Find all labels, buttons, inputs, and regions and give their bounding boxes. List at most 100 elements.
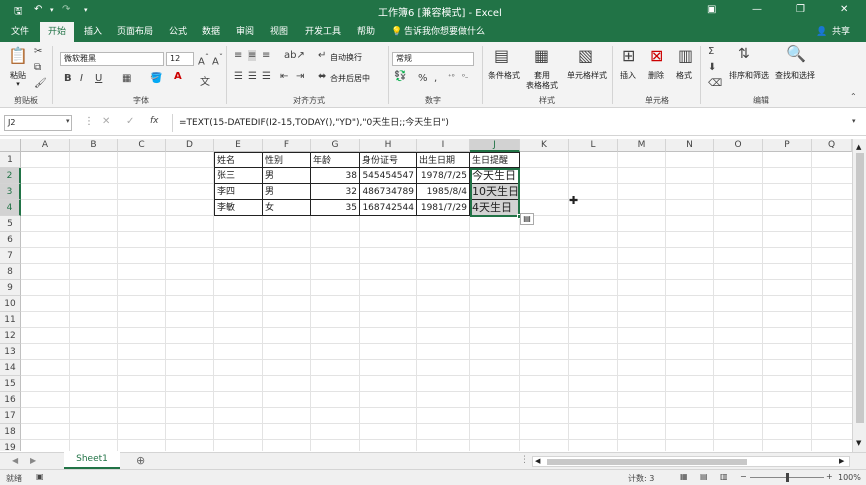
scroll-thumb[interactable] [856,153,864,423]
font-color-icon[interactable]: A [174,71,182,82]
column-header-g[interactable]: G [311,139,360,152]
formula-input[interactable]: =TEXT(15-DATEDIF(I2-15,TODAY(),"YD"),"0天… [172,114,852,132]
column-header-i[interactable]: I [417,139,470,152]
insert-cells-icon[interactable]: ⊞ [622,46,635,65]
scroll-down-icon[interactable]: ▼ [856,439,861,447]
cell-f2[interactable]: 男 [263,168,311,184]
row-header-3[interactable]: 3 [0,184,21,200]
collapse-ribbon-icon[interactable]: ⌃ [850,92,857,101]
cell-e2[interactable]: 张三 [214,168,263,184]
cell-h4[interactable]: 168742544 [360,200,417,216]
align-center-icon[interactable]: ☰ [248,71,257,82]
insert-cells-button[interactable]: 插入 [614,70,642,81]
comma-button[interactable]: , [434,73,437,84]
close-icon[interactable]: ✕ [840,4,848,15]
column-header-l[interactable]: L [569,139,618,152]
table-format-icon[interactable]: ▦ [534,46,549,65]
normal-view-icon[interactable]: ▦ [680,472,688,481]
row-header-18[interactable]: 18 [0,424,21,440]
row-header-7[interactable]: 7 [0,248,21,264]
paste-dropdown-icon[interactable]: ▾ [6,80,30,88]
cell-h2[interactable]: 545454547 [360,168,417,184]
clear-icon[interactable]: ⌫ [708,78,722,89]
zoom-out-icon[interactable]: − [740,472,747,481]
cell-g3[interactable]: 32 [311,184,360,200]
page-break-view-icon[interactable]: ▥ [720,472,728,481]
accounting-icon[interactable]: 💱 [394,71,406,82]
cell-h1[interactable]: 身份证号 [360,152,417,168]
phonetic-icon[interactable]: 文 [200,73,210,88]
cell-f1[interactable]: 性别 [263,152,311,168]
format-cells-icon[interactable]: ▥ [678,46,693,65]
tab-review[interactable]: 审阅 [230,22,260,42]
find-select-icon[interactable]: 🔍 [786,44,806,63]
cell-f3[interactable]: 男 [263,184,311,200]
wrap-text-icon[interactable]: ↵ [318,50,326,61]
shrink-font-icon[interactable]: Aˇ [212,52,223,67]
delete-cells-icon[interactable]: ⊠ [650,46,663,65]
row-header-6[interactable]: 6 [0,232,21,248]
decrease-decimal-icon[interactable]: ⁰₋ [462,73,469,81]
cell-e3[interactable]: 李四 [214,184,263,200]
minimize-icon[interactable]: — [752,4,762,15]
vertical-scrollbar[interactable]: ▲ ▼ [852,139,866,452]
horizontal-scrollbar[interactable]: ◀ ▶ [532,456,850,467]
zoom-level[interactable]: 100% [838,473,861,482]
zoom-in-icon[interactable]: + [826,472,833,481]
next-sheet-icon[interactable]: ▶ [30,456,36,465]
indent-increase-icon[interactable]: ⇥ [296,71,304,82]
row-header-16[interactable]: 16 [0,392,21,408]
scroll-right-icon[interactable]: ▶ [839,457,844,465]
row-header-4[interactable]: 4 [0,200,21,216]
add-sheet-icon[interactable]: ⊕ [136,454,145,467]
merge-center-icon[interactable]: ⬌ [318,71,326,82]
column-header-e[interactable]: E [214,139,263,152]
bold-button[interactable]: B [64,73,72,84]
align-right-icon[interactable]: ☰ [262,71,271,82]
column-header-f[interactable]: F [263,139,311,152]
redo-icon[interactable]: ↷ [62,4,70,15]
scroll-up-icon[interactable]: ▲ [856,143,861,151]
tab-developer[interactable]: 开发工具 [300,22,346,42]
autosum-icon[interactable]: Σ [708,46,714,57]
cell-e4[interactable]: 李敏 [214,200,263,216]
column-header-q[interactable]: Q [812,139,852,152]
sheet-tab-sheet1[interactable]: Sheet1 [64,452,120,469]
quick-analysis-icon[interactable]: ▤ [520,213,534,225]
scroll-left-icon[interactable]: ◀ [535,457,540,465]
indent-decrease-icon[interactable]: ⇤ [280,71,288,82]
italic-button[interactable]: I [80,73,83,84]
confirm-entry-icon[interactable]: ✓ [126,116,134,127]
cell-f4[interactable]: 女 [263,200,311,216]
cell-i2[interactable]: 1978/7/25 [417,168,470,184]
orientation-icon[interactable]: ab↗ [284,50,305,61]
column-header-d[interactable]: D [166,139,214,152]
number-format-select[interactable]: 常规 [392,52,474,66]
h-scroll-thumb[interactable] [547,459,747,465]
row-header-19[interactable]: 19 [0,440,21,451]
cell-g2[interactable]: 38 [311,168,360,184]
name-box[interactable]: J2 [4,115,72,131]
ribbon-options-icon[interactable]: ▣ [707,4,716,15]
tab-page-layout[interactable]: 页面布局 [112,22,158,42]
undo-dropdown-icon[interactable]: ▾ [50,6,54,14]
tab-home[interactable]: 开始 [40,22,74,42]
sort-filter-button[interactable]: 排序和筛选 [726,70,772,81]
delete-cells-button[interactable]: 删除 [642,70,670,81]
column-header-m[interactable]: M [618,139,666,152]
customize-qat-icon[interactable]: ▾ [84,6,88,14]
save-icon[interactable]: 🖫 [14,4,23,21]
cell-i3[interactable]: 1985/8/4 [417,184,470,200]
row-header-10[interactable]: 10 [0,296,21,312]
zoom-slider-thumb[interactable] [786,473,789,482]
format-painter-icon[interactable]: 🖌 [34,78,47,89]
align-top-icon[interactable]: ≡ [234,50,242,61]
page-layout-view-icon[interactable]: ▤ [700,472,708,481]
row-header-13[interactable]: 13 [0,344,21,360]
row-header-17[interactable]: 17 [0,408,21,424]
column-header-j[interactable]: J [470,139,520,152]
conditional-format-button[interactable]: 条件格式 [486,70,522,81]
align-middle-icon[interactable]: ≡ [248,50,257,61]
cell-e1[interactable]: 姓名 [214,152,263,168]
macro-record-icon[interactable]: ▣ [36,472,44,481]
